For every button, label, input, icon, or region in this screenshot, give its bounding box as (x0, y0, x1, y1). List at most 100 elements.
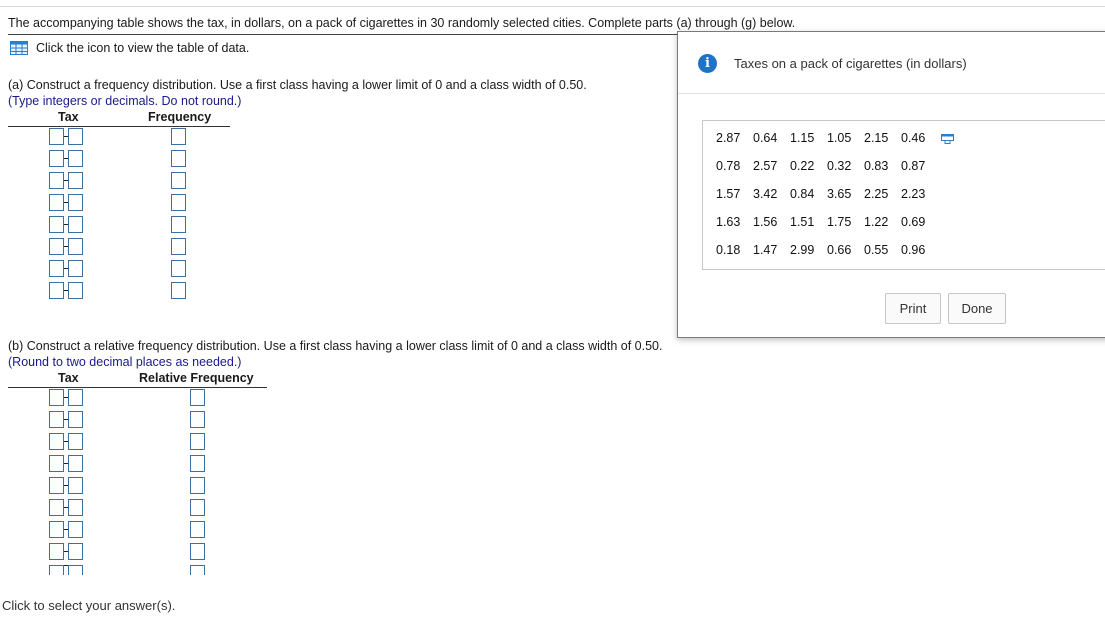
data-cell: 2.99 (790, 243, 815, 257)
upper-limit-input[interactable] (68, 150, 83, 167)
lower-limit-input[interactable] (49, 389, 64, 406)
frequency-input[interactable] (190, 433, 205, 450)
part-a-col-tax: Tax (58, 110, 79, 124)
part-a-hint: (Type integers or decimals. Do not round… (8, 94, 242, 108)
lower-limit-input[interactable] (49, 433, 64, 450)
frequency-input[interactable] (190, 499, 205, 516)
part-b-hint: (Round to two decimal places as needed.) (8, 355, 242, 369)
data-cell: 0.18 (716, 243, 741, 257)
upper-limit-input[interactable] (68, 411, 83, 428)
tax-class-row (49, 565, 83, 575)
data-cell: 0.22 (790, 159, 815, 173)
lower-limit-input[interactable] (49, 543, 64, 560)
data-cell: 1.05 (827, 131, 852, 145)
upper-limit-input[interactable] (68, 216, 83, 233)
upper-limit-input[interactable] (68, 565, 83, 575)
tax-class-row (49, 194, 83, 211)
frequency-input[interactable] (171, 194, 186, 211)
data-cell: 1.15 (790, 131, 815, 145)
select-answer-hint: Click to select your answer(s). (2, 598, 176, 613)
frequency-input[interactable] (190, 565, 205, 575)
frequency-input[interactable] (190, 411, 205, 428)
frequency-input[interactable] (171, 150, 186, 167)
frequency-input[interactable] (171, 282, 186, 299)
lower-limit-input[interactable] (49, 150, 64, 167)
data-cell: 1.47 (753, 243, 778, 257)
upper-limit-input[interactable] (68, 282, 83, 299)
upper-limit-input[interactable] (68, 389, 83, 406)
upper-limit-input[interactable] (68, 238, 83, 255)
data-cell: 0.66 (827, 243, 852, 257)
tax-class-row (49, 128, 83, 145)
data-cell: 0.69 (901, 215, 926, 229)
upper-limit-input[interactable] (68, 260, 83, 277)
data-cell: 3.65 (827, 187, 852, 201)
upper-limit-input[interactable] (68, 172, 83, 189)
lower-limit-input[interactable] (49, 128, 64, 145)
frequency-input[interactable] (171, 216, 186, 233)
data-cell: 2.25 (864, 187, 889, 201)
frequency-input[interactable] (171, 260, 186, 277)
upper-limit-input[interactable] (68, 477, 83, 494)
done-button[interactable]: Done (948, 293, 1006, 324)
part-b-col-relative-frequency: Relative Frequency (139, 371, 254, 385)
question-intro: The accompanying table shows the tax, in… (8, 16, 796, 30)
data-cell: 1.51 (790, 215, 815, 229)
frequency-input[interactable] (190, 477, 205, 494)
upper-limit-input[interactable] (68, 455, 83, 472)
tax-class-row (49, 411, 83, 428)
view-data-link[interactable]: Click the icon to view the table of data… (10, 41, 249, 55)
data-cell: 2.57 (753, 159, 778, 173)
lower-limit-input[interactable] (49, 216, 64, 233)
frequency-input[interactable] (190, 389, 205, 406)
lower-limit-input[interactable] (49, 172, 64, 189)
upper-limit-input[interactable] (68, 521, 83, 538)
lower-limit-input[interactable] (49, 521, 64, 538)
lower-limit-input[interactable] (49, 282, 64, 299)
view-data-label[interactable]: Click the icon to view the table of data… (36, 41, 249, 55)
data-cell: 2.87 (716, 131, 741, 145)
data-table-popup: i Taxes on a pack of cigarettes (in doll… (677, 31, 1105, 338)
data-cell: 1.22 (864, 215, 889, 229)
part-a-col-frequency: Frequency (148, 110, 212, 124)
frequency-input[interactable] (190, 455, 205, 472)
lower-limit-input[interactable] (49, 455, 64, 472)
lower-limit-input[interactable] (49, 411, 64, 428)
print-button[interactable]: Print (885, 293, 941, 324)
data-cell: 1.63 (716, 215, 741, 229)
frequency-input[interactable] (190, 543, 205, 560)
data-cell: 0.46 (901, 131, 926, 145)
lower-limit-input[interactable] (49, 477, 64, 494)
data-table-row: 1.57 3.42 0.84 3.65 2.25 2.23 (716, 187, 938, 201)
upper-limit-input[interactable] (68, 128, 83, 145)
data-table: 2.87 0.64 1.15 1.05 2.15 0.46 0.78 2.57 0.22 0.32… (702, 120, 1105, 270)
top-divider (0, 6, 1105, 7)
data-cell: 0.55 (864, 243, 889, 257)
lower-limit-input[interactable] (49, 260, 64, 277)
popup-title: Taxes on a pack of cigarettes (in dollar… (734, 56, 967, 71)
data-cell: 2.15 (864, 131, 889, 145)
upper-limit-input[interactable] (68, 499, 83, 516)
upper-limit-input[interactable] (68, 194, 83, 211)
frequency-input[interactable] (171, 172, 186, 189)
tax-class-row (49, 260, 83, 277)
part-b-col-tax: Tax (58, 371, 79, 385)
part-b-title: (b) Construct a relative frequency distr… (8, 339, 663, 353)
data-cell: 0.64 (753, 131, 778, 145)
frequency-input[interactable] (190, 521, 205, 538)
frequency-input[interactable] (171, 238, 186, 255)
part-b-header-rule (8, 387, 267, 388)
popup-header: i Taxes on a pack of cigarettes (in doll… (678, 32, 1105, 94)
tax-class-row (49, 389, 83, 406)
data-cell: 3.42 (753, 187, 778, 201)
lower-limit-input[interactable] (49, 565, 64, 575)
lower-limit-input[interactable] (49, 194, 64, 211)
lower-limit-input[interactable] (49, 238, 64, 255)
lower-limit-input[interactable] (49, 499, 64, 516)
upper-limit-input[interactable] (68, 433, 83, 450)
copy-icon[interactable] (941, 134, 954, 144)
frequency-input[interactable] (171, 128, 186, 145)
table-grid-icon[interactable] (10, 41, 28, 55)
info-icon: i (698, 54, 717, 73)
upper-limit-input[interactable] (68, 543, 83, 560)
